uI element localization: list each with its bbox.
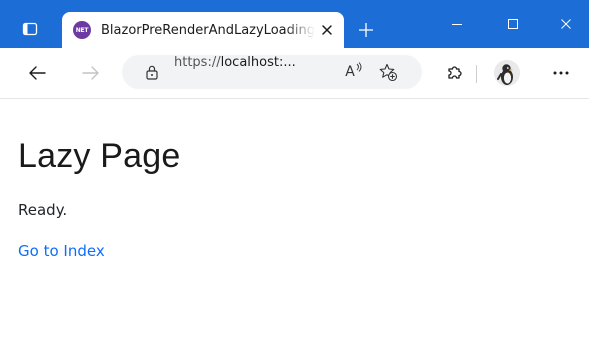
address-bar[interactable]: https://localhost:... A: [122, 55, 422, 89]
status-text: Ready.: [18, 201, 68, 219]
tab-actions-button[interactable]: [14, 14, 46, 44]
puzzle-icon: [448, 66, 462, 79]
url-prefix: https://: [174, 55, 221, 70]
read-aloud-button[interactable]: A: [340, 62, 362, 82]
back-button[interactable]: [22, 58, 52, 88]
read-aloud-glyph: A: [345, 64, 355, 80]
close-icon: [322, 25, 332, 35]
tab-actions-icon: [22, 22, 38, 36]
title-bar: NET BlazorPreRenderAndLazyLoading: [0, 0, 589, 48]
forward-button[interactable]: [76, 58, 106, 88]
read-aloud-icon: A: [345, 62, 362, 80]
arrow-right-icon: [82, 66, 99, 80]
penguin-avatar-icon: [494, 60, 520, 86]
new-tab-button[interactable]: [352, 16, 380, 44]
page-title: Lazy Page: [18, 137, 181, 175]
toolbar-divider: [476, 65, 477, 83]
arrow-left-icon: [29, 66, 46, 80]
url-text[interactable]: https://localhost:...: [174, 55, 296, 89]
page-content: Lazy Page Ready. Go to Index: [18, 99, 578, 260]
maximize-icon: [508, 19, 518, 29]
tab-title: BlazorPreRenderAndLazyLoading: [101, 22, 315, 38]
profile-avatar[interactable]: [494, 60, 520, 86]
extensions-button[interactable]: [440, 58, 470, 88]
go-to-index-link[interactable]: Go to Index: [18, 242, 105, 260]
star-add-icon: [379, 63, 398, 82]
add-favorite-button[interactable]: [378, 62, 398, 82]
minimize-icon: [452, 24, 462, 25]
lock-icon[interactable]: [144, 64, 160, 80]
maximize-button[interactable]: [490, 8, 536, 40]
more-icon: [553, 71, 569, 75]
settings-more-button[interactable]: [546, 58, 576, 88]
plus-icon: [359, 23, 373, 37]
browser-tab-active[interactable]: NET BlazorPreRenderAndLazyLoading: [62, 12, 344, 48]
url-host: localhost:...: [220, 55, 296, 70]
close-icon: [561, 19, 571, 29]
window-close-button[interactable]: [543, 8, 589, 40]
dotnet-favicon-icon: NET: [73, 21, 91, 39]
browser-toolbar: https://localhost:... A: [0, 48, 589, 99]
tab-close-button[interactable]: [318, 21, 336, 39]
minimize-button[interactable]: [434, 8, 480, 40]
